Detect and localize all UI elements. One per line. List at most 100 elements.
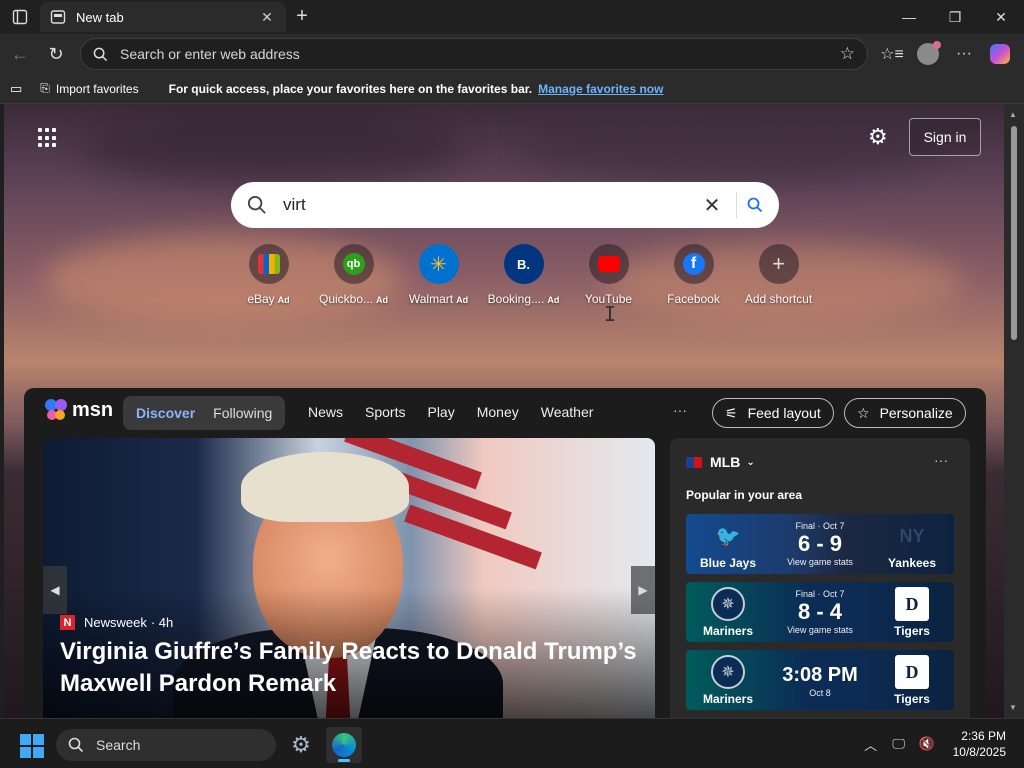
shortcut-add[interactable]: + Add shortcut bbox=[736, 244, 821, 306]
clock[interactable]: 2:36 PM 10/8/2025 bbox=[953, 728, 1006, 760]
hero-prev-button[interactable]: ◀ bbox=[43, 566, 67, 614]
tab-new-tab[interactable]: New tab ✕ bbox=[40, 2, 286, 32]
background-cloud bbox=[84, 114, 464, 184]
taskbar-search[interactable]: Search bbox=[56, 729, 276, 761]
msn-logo[interactable]: msn bbox=[44, 397, 113, 423]
feed-category-links: News Sports Play Money Weather bbox=[308, 404, 615, 420]
hero-next-button[interactable]: ▶ bbox=[631, 566, 655, 614]
copilot-button[interactable] bbox=[982, 36, 1018, 72]
network-icon[interactable]: 🖵 bbox=[885, 736, 913, 752]
feed-link-money[interactable]: Money bbox=[477, 404, 519, 420]
game-row[interactable]: ✵ Mariners 3:08 PM Oct 8 D Tigers bbox=[686, 650, 954, 710]
chevron-left-icon: ◀ bbox=[50, 583, 60, 597]
close-icon: ✕ bbox=[995, 8, 1007, 25]
youtube-icon bbox=[597, 256, 620, 272]
new-tab-button[interactable]: + bbox=[290, 4, 314, 28]
search-submit-icon[interactable] bbox=[747, 197, 763, 213]
start-windows-icon[interactable] bbox=[20, 734, 44, 758]
edge-browser-icon bbox=[332, 733, 356, 757]
shortcut-walmart[interactable]: ✳ Walmart Ad bbox=[396, 244, 481, 306]
scroll-down-icon[interactable]: ▼ bbox=[1009, 703, 1017, 712]
avatar bbox=[917, 41, 941, 65]
sparkle-star-icon: ☆ bbox=[857, 404, 870, 421]
walmart-spark-icon: ✳ bbox=[430, 253, 447, 276]
import-favorites-label: Import favorites bbox=[55, 81, 139, 96]
page-settings-gear-icon[interactable]: ⚙ bbox=[868, 124, 888, 150]
clear-search-icon[interactable]: ✕ bbox=[698, 193, 726, 218]
title-bar: New tab ✕ + — ❐ ✕ bbox=[0, 0, 1024, 34]
tab-actions-button[interactable] bbox=[0, 0, 40, 34]
shortcut-facebook[interactable]: f Facebook bbox=[651, 244, 736, 306]
tab-close-icon[interactable]: ✕ bbox=[258, 9, 276, 26]
mlb-dropdown[interactable]: MLB ⌄ bbox=[686, 454, 755, 470]
address-input[interactable] bbox=[120, 46, 840, 62]
hero-headline[interactable]: Virginia Giuffre’s Family Reacts to Dona… bbox=[60, 636, 640, 700]
taskbar: Search ⚙ ︿ 🖵 🔇 2:36 PM 10/8/2025 bbox=[0, 718, 1024, 768]
chevron-up-icon[interactable]: ︿ bbox=[857, 735, 885, 754]
import-favorites-button[interactable]: ⎘ Import favorites bbox=[40, 81, 138, 96]
feed-link-weather[interactable]: Weather bbox=[541, 404, 594, 420]
tigers-logo-icon: D bbox=[895, 587, 929, 621]
search-divider bbox=[736, 192, 737, 218]
view-game-stats-link[interactable]: View game stats bbox=[787, 625, 853, 635]
feed-link-play[interactable]: Play bbox=[427, 404, 454, 420]
minimize-button[interactable]: — bbox=[886, 0, 932, 34]
favorites-list-icon: ☆≡ bbox=[880, 46, 904, 63]
feed-layout-button[interactable]: ⚟ Feed layout bbox=[712, 398, 834, 428]
view-game-stats-link[interactable]: View game stats bbox=[787, 557, 853, 567]
plus-icon: + bbox=[296, 4, 308, 27]
window-controls: — ❐ ✕ bbox=[886, 0, 1024, 34]
back-button[interactable]: ← bbox=[2, 36, 38, 72]
mariners-logo-icon: ✵ bbox=[711, 587, 745, 621]
favorites-button[interactable]: ☆≡ bbox=[874, 36, 910, 72]
web-search-input[interactable] bbox=[283, 195, 698, 215]
tab-title: New tab bbox=[76, 9, 124, 25]
taskbar-settings-app[interactable]: ⚙ bbox=[283, 727, 319, 763]
mariners-logo-icon: ✵ bbox=[711, 655, 745, 689]
feed-link-sports[interactable]: Sports bbox=[365, 404, 405, 420]
taskbar-edge-app[interactable] bbox=[326, 727, 362, 763]
refresh-button[interactable]: ↻ bbox=[38, 36, 74, 72]
tab-following[interactable]: Following bbox=[204, 405, 281, 421]
newsweek-logo-icon: N bbox=[60, 615, 75, 630]
volume-muted-icon[interactable]: 🔇 bbox=[913, 736, 941, 752]
app-launcher-icon[interactable] bbox=[38, 128, 58, 148]
page-scrollbar[interactable]: ▲ ▼ bbox=[1004, 104, 1024, 718]
close-window-button[interactable]: ✕ bbox=[978, 0, 1024, 34]
mlb-more-button[interactable]: ··· bbox=[934, 452, 948, 468]
sliders-icon: ⚟ bbox=[725, 404, 738, 421]
web-search-box[interactable]: ✕ bbox=[231, 182, 779, 228]
game-row[interactable]: 🐦 Blue Jays Final · Oct 7 6 - 9 View gam… bbox=[686, 514, 954, 574]
arrow-left-icon: ← bbox=[11, 43, 29, 64]
mlb-scores-card: MLB ⌄ ··· Popular in your area 🐦 Blue Ja… bbox=[670, 438, 970, 718]
manage-favorites-link[interactable]: Manage favorites now bbox=[538, 82, 663, 96]
shortcut-booking[interactable]: B. Booking.... Ad bbox=[481, 244, 566, 306]
facebook-icon: f bbox=[682, 253, 705, 275]
scroll-up-icon[interactable]: ▲ bbox=[1009, 110, 1017, 119]
star-favorite-icon[interactable]: ☆ bbox=[840, 44, 855, 64]
hero-story-card[interactable]: ◀ ▶ N Newsweek · 4h Virginia Giuffre’s F… bbox=[43, 438, 655, 718]
shortcut-quickbooks[interactable]: qb Quickbo... Ad bbox=[311, 244, 396, 306]
system-tray: ︿ 🖵 🔇 2:36 PM 10/8/2025 bbox=[857, 719, 1024, 768]
new-tab-page: ⚙ Sign in ✕ I eBayAd qb Quickbo...Ad ✳ W… bbox=[4, 104, 1004, 718]
personalize-button[interactable]: ☆ Personalize bbox=[844, 398, 966, 428]
sign-in-button[interactable]: Sign in bbox=[909, 118, 981, 156]
scrollbar-thumb[interactable] bbox=[1011, 126, 1017, 340]
game-row[interactable]: ✵ Mariners Final · Oct 7 8 - 4 View game… bbox=[686, 582, 954, 642]
feed-link-news[interactable]: News bbox=[308, 404, 343, 420]
favorites-bar: ▭ ⎘ Import favorites For quick access, p… bbox=[0, 74, 1024, 104]
profile-button[interactable] bbox=[910, 36, 946, 72]
shortcut-ebay[interactable]: eBay Ad bbox=[226, 244, 311, 306]
settings-more-button[interactable]: ··· bbox=[946, 36, 982, 72]
blue-jays-logo-icon: 🐦 bbox=[715, 525, 741, 548]
address-bar[interactable]: ☆ bbox=[80, 38, 868, 70]
chevron-down-icon: ⌄ bbox=[746, 456, 755, 468]
reading-view-icon[interactable]: ▭ bbox=[10, 81, 22, 97]
feed-more-button[interactable]: ··· bbox=[673, 402, 687, 418]
settings-gear-icon: ⚙ bbox=[291, 732, 311, 757]
copilot-icon bbox=[990, 44, 1010, 64]
restore-button[interactable]: ❐ bbox=[932, 0, 978, 34]
tab-discover[interactable]: Discover bbox=[127, 405, 204, 421]
shortcut-youtube[interactable]: YouTube bbox=[566, 244, 651, 306]
mlb-subtitle: Popular in your area bbox=[686, 488, 803, 502]
